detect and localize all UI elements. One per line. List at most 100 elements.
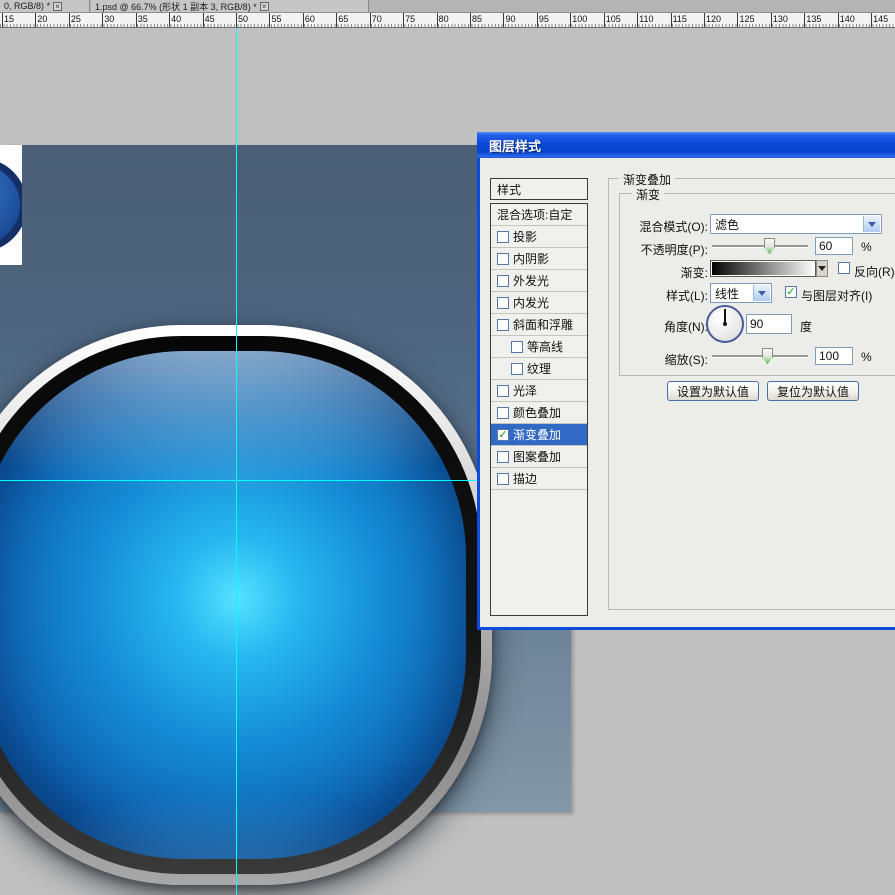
ruler-tick-label: 115 [673, 14, 687, 24]
ruler-tick [637, 13, 638, 27]
scale-slider[interactable] [712, 348, 808, 364]
style-checkbox[interactable] [497, 253, 509, 265]
ruler-tick-label: 30 [104, 14, 114, 24]
tab-close-icon[interactable]: × [260, 2, 269, 11]
ruler-tick [35, 13, 36, 27]
dialog-title: 图层样式 [477, 136, 541, 155]
ruler-tick [236, 13, 237, 27]
style-item-label: 图案叠加 [513, 448, 561, 465]
small-blue-circle-artwork [0, 158, 22, 252]
angle-dial[interactable] [706, 305, 744, 343]
document-tab-label: 1.psd @ 66.7% (形状 1 副本 3, RGB/8) * [95, 0, 257, 13]
style-list-item[interactable]: 外发光 [491, 270, 587, 292]
style-item-label: 内发光 [513, 294, 549, 311]
style-list-item[interactable]: 斜面和浮雕 [491, 314, 587, 336]
gradient-style-select[interactable]: 线性 [710, 283, 772, 303]
style-list-item[interactable]: 光泽 [491, 380, 587, 402]
opacity-unit: % [861, 240, 872, 254]
ruler-tick-label: 50 [238, 14, 248, 24]
ruler-tick-label: 25 [71, 14, 81, 24]
style-item-label: 渐变叠加 [513, 426, 561, 443]
style-checkbox[interactable]: ✓ [497, 429, 509, 441]
ruler-tick [169, 13, 170, 27]
scale-input[interactable] [815, 347, 853, 365]
opacity-input[interactable] [815, 237, 853, 255]
reset-to-default-button[interactable]: 复位为默认值 [767, 381, 859, 401]
style-item-label: 颜色叠加 [513, 404, 561, 421]
opacity-slider-thumb[interactable] [764, 238, 775, 254]
background-document-fragment [0, 145, 22, 265]
chevron-down-icon[interactable] [863, 216, 880, 232]
align-with-layer-checkbox[interactable]: ✓ [785, 286, 797, 298]
ruler-tick-label: 55 [271, 14, 281, 24]
button-blue-face [0, 351, 466, 859]
ruler-tick-label: 100 [572, 14, 587, 24]
style-list-item[interactable]: 内发光 [491, 292, 587, 314]
ruler-tick-label: 110 [639, 14, 653, 24]
ruler-tick [704, 13, 705, 27]
style-list-item[interactable]: 投影 [491, 226, 587, 248]
gradient-picker-arrow[interactable] [816, 260, 828, 277]
style-item-label: 描边 [513, 470, 537, 487]
style-checkbox[interactable] [497, 407, 509, 419]
ruler-tick [136, 13, 137, 27]
ruler-tick-label: 145 [873, 14, 888, 24]
style-checkbox[interactable] [497, 319, 509, 331]
style-checkbox[interactable] [511, 363, 523, 375]
document-tab-bar: 0, RGB/8) * × 1.psd @ 66.7% (形状 1 副本 3, … [0, 0, 895, 13]
set-as-default-button[interactable]: 设置为默认值 [667, 381, 759, 401]
ruler-tick [871, 13, 872, 27]
ruler-tick-label: 75 [405, 14, 415, 24]
ruler-tick-label: 135 [806, 14, 821, 24]
angle-input[interactable] [746, 314, 792, 334]
scale-label: 缩放(S): [598, 351, 708, 368]
ruler-tick-label: 125 [739, 14, 754, 24]
styles-list: 混合选项:自定投影内阴影外发光内发光斜面和浮雕等高线纹理光泽颜色叠加 ✓ 渐变叠加图… [490, 203, 588, 616]
opacity-slider[interactable] [712, 238, 808, 254]
reverse-label: 反向(R) [854, 263, 895, 280]
ruler-tick-label: 20 [37, 14, 47, 24]
document-tab-active[interactable]: 1.psd @ 66.7% (形状 1 副本 3, RGB/8) * × [91, 0, 369, 12]
ruler-tick [671, 13, 672, 27]
style-list-item[interactable]: 颜色叠加 [491, 402, 587, 424]
tab-close-icon[interactable]: × [53, 2, 62, 11]
dialog-title-bar[interactable]: 图层样式 [477, 132, 895, 158]
document-tab-inactive[interactable]: 0, RGB/8) * × [0, 0, 90, 12]
chevron-down-icon[interactable] [753, 285, 770, 301]
style-checkbox[interactable] [497, 275, 509, 287]
style-item-label: 内阴影 [513, 250, 549, 267]
style-list-item[interactable]: 混合选项:自定 [491, 204, 587, 226]
style-checkbox[interactable] [497, 297, 509, 309]
gradient-group-label: 渐变 [632, 186, 664, 203]
style-list-item[interactable]: ✓ 渐变叠加 [491, 424, 587, 446]
horizontal-ruler[interactable]: 1520253035404550556065707580859095100105… [0, 13, 895, 28]
button-bottom-glow [0, 351, 466, 859]
style-checkbox[interactable] [497, 385, 509, 397]
style-item-label: 混合选项:自定 [497, 206, 572, 223]
gradient-preview[interactable] [710, 260, 816, 277]
style-list-item[interactable]: 内阴影 [491, 248, 587, 270]
style-checkbox[interactable] [497, 451, 509, 463]
dialog-body: 样式 混合选项:自定投影内阴影外发光内发光斜面和浮雕等高线纹理光泽颜色叠加✓渐变… [477, 158, 895, 630]
style-checkbox[interactable] [497, 231, 509, 243]
ruler-tick [537, 13, 538, 27]
style-list-item[interactable]: 纹理 [491, 358, 587, 380]
style-list-item[interactable]: 图案叠加 [491, 446, 587, 468]
ruler-tick-label: 15 [4, 14, 14, 24]
style-checkbox[interactable] [497, 473, 509, 485]
style-item-label: 投影 [513, 228, 537, 245]
ruler-tick-label: 40 [171, 14, 181, 24]
scale-slider-thumb[interactable] [762, 348, 773, 364]
ruler-tick [503, 13, 504, 27]
vertical-guide[interactable] [236, 28, 237, 895]
reverse-checkbox[interactable] [838, 262, 850, 274]
style-list-item[interactable]: 描边 [491, 468, 587, 490]
ruler-tick [604, 13, 605, 27]
ruler-tick [771, 13, 772, 27]
style-list-item[interactable]: 等高线 [491, 336, 587, 358]
ruler-tick [269, 13, 270, 27]
style-checkbox[interactable] [511, 341, 523, 353]
blend-mode-select[interactable]: 滤色 [710, 214, 882, 234]
ruler-tick-label: 130 [773, 14, 788, 24]
ruler-tick-label: 45 [205, 14, 215, 24]
